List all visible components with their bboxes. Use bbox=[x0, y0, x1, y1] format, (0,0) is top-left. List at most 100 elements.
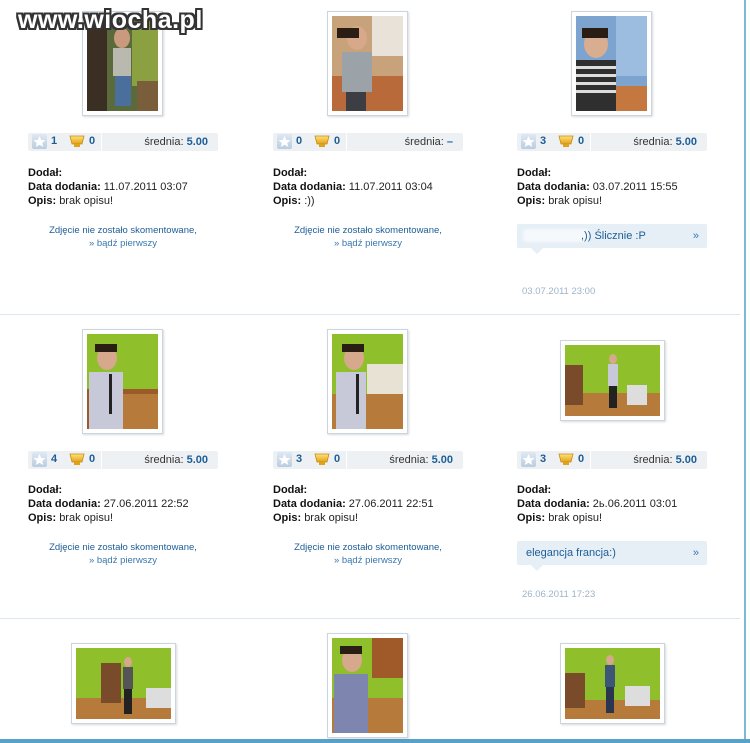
description: Opis: brak opisu! bbox=[28, 512, 113, 524]
last-comment[interactable]: ,)) Ślicznie :P » bbox=[517, 224, 707, 254]
trophy-icon[interactable] bbox=[313, 134, 331, 149]
date-added: Data dodania: 11.07.2011 03:04 bbox=[273, 181, 433, 193]
date-added: Data dodania: 27.06.2011 22:51 bbox=[273, 498, 434, 510]
photo-image bbox=[332, 638, 403, 733]
trophy-count: 0 bbox=[578, 135, 585, 147]
photo-image bbox=[576, 16, 647, 111]
star-icon[interactable] bbox=[521, 134, 536, 149]
added-by: Dodał: bbox=[28, 167, 63, 179]
star-count: 3 bbox=[540, 453, 547, 465]
date-added: Data dodania: 11.07.2011 03:07 bbox=[28, 181, 188, 193]
rating-bar: 4 0 średnia: 5.00 bbox=[28, 451, 218, 469]
description: Opis: brak opisu! bbox=[517, 195, 602, 207]
divider bbox=[101, 133, 102, 151]
be-first-link[interactable]: » bądź pierwszy bbox=[268, 237, 468, 250]
average-rating: średnia: 5.00 bbox=[389, 454, 453, 466]
date-added: Data dodania: 2ь.06.2011 03:01 bbox=[517, 498, 678, 510]
description: Opis: brak opisu! bbox=[273, 512, 358, 524]
row-separator bbox=[0, 314, 740, 315]
star-icon[interactable] bbox=[277, 452, 292, 467]
star-icon[interactable] bbox=[521, 452, 536, 467]
rating-bar: 3 0 średnia: 5.00 bbox=[517, 133, 707, 151]
divider bbox=[346, 451, 347, 469]
last-comment[interactable]: elegancja francja:) » bbox=[517, 541, 707, 571]
photo-meta: Dodał: Data dodania: 11.07.2011 03:07 Op… bbox=[28, 166, 188, 208]
star-count: 4 bbox=[51, 453, 58, 465]
photo-thumbnail[interactable] bbox=[327, 633, 408, 738]
photo-thumbnail[interactable] bbox=[82, 329, 163, 434]
date-added: Data dodania: 03.07.2011 15:55 bbox=[517, 181, 678, 193]
comment-text: ,)) Ślicznie :P bbox=[581, 230, 646, 242]
star-count: 3 bbox=[296, 453, 303, 465]
description: Opis: brak opisu! bbox=[28, 195, 113, 207]
photo-meta: Dodał: Data dodania: 2ь.06.2011 03:01 Op… bbox=[517, 483, 677, 525]
average-rating: średnia: 5.00 bbox=[144, 454, 208, 466]
be-first-link[interactable]: » bądź pierwszy bbox=[268, 554, 468, 567]
average-rating: średnia: 5.00 bbox=[633, 136, 697, 148]
photo-meta: Dodał: Data dodania: 27.06.2011 22:51 Op… bbox=[273, 483, 434, 525]
site-watermark: www.wiocha.pl bbox=[18, 6, 203, 34]
photo-image bbox=[76, 648, 171, 719]
trophy-icon[interactable] bbox=[557, 134, 575, 149]
trophy-count: 0 bbox=[578, 453, 585, 465]
right-border bbox=[744, 0, 746, 743]
added-by: Dodał: bbox=[517, 484, 552, 496]
divider bbox=[101, 451, 102, 469]
no-comment-notice: Zdjęcie nie zostało skomentowane, » bądź… bbox=[23, 224, 223, 250]
no-comment-notice: Zdjęcie nie zostało skomentowane, » bądź… bbox=[268, 224, 468, 250]
trophy-icon[interactable] bbox=[68, 134, 86, 149]
photo-meta: Dodał: Data dodania: 11.07.2011 03:04 Op… bbox=[273, 166, 433, 208]
photo-thumbnail[interactable] bbox=[327, 329, 408, 434]
divider bbox=[346, 133, 347, 151]
rating-bar: 1 0 średnia: 5.00 bbox=[28, 133, 218, 151]
chevron-right-icon[interactable]: » bbox=[693, 547, 699, 559]
comment-text: elegancja francja:) bbox=[526, 547, 616, 559]
blurred-username bbox=[523, 229, 589, 242]
row-separator bbox=[0, 618, 740, 619]
be-first-link[interactable]: » bądź pierwszy bbox=[23, 554, 223, 567]
photo-thumbnail[interactable] bbox=[560, 643, 665, 724]
added-by: Dodał: bbox=[28, 484, 63, 496]
trophy-icon[interactable] bbox=[313, 452, 331, 467]
no-comment-notice: Zdjęcie nie zostało skomentowane, » bądź… bbox=[23, 541, 223, 567]
photo-thumbnail[interactable] bbox=[560, 340, 665, 421]
comment-date: 26.06.2011 17:23 bbox=[522, 589, 596, 600]
photo-meta: Dodał: Data dodania: 03.07.2011 15:55 Op… bbox=[517, 166, 678, 208]
star-count: 3 bbox=[540, 135, 547, 147]
be-first-link[interactable]: » bądź pierwszy bbox=[23, 237, 223, 250]
star-icon[interactable] bbox=[277, 134, 292, 149]
star-icon[interactable] bbox=[32, 452, 47, 467]
trophy-count: 0 bbox=[334, 453, 341, 465]
description: Opis: :)) bbox=[273, 195, 315, 207]
date-added: Data dodania: 27.06.2011 22:52 bbox=[28, 498, 189, 510]
rating-bar: 3 0 średnia: 5.00 bbox=[517, 451, 707, 469]
added-by: Dodał: bbox=[273, 484, 308, 496]
added-by: Dodał: bbox=[273, 167, 308, 179]
photo-image bbox=[332, 334, 403, 429]
divider bbox=[590, 451, 591, 469]
rating-bar: 0 0 średnia: – bbox=[273, 133, 463, 151]
photo-thumbnail[interactable] bbox=[571, 11, 652, 116]
photo-image bbox=[87, 334, 158, 429]
photo-image bbox=[332, 16, 403, 111]
photo-meta: Dodał: Data dodania: 27.06.2011 22:52 Op… bbox=[28, 483, 189, 525]
comment-tail bbox=[531, 565, 543, 571]
average-rating: średnia: 5.00 bbox=[144, 136, 208, 148]
chevron-right-icon[interactable]: » bbox=[693, 230, 699, 242]
no-comment-notice: Zdjęcie nie zostało skomentowane, » bądź… bbox=[268, 541, 468, 567]
photo-thumbnail[interactable] bbox=[327, 11, 408, 116]
description: Opis: brak opisu! bbox=[517, 512, 602, 524]
average-rating: średnia: 5.00 bbox=[633, 454, 697, 466]
star-icon[interactable] bbox=[32, 134, 47, 149]
photo-thumbnail[interactable] bbox=[71, 643, 176, 724]
photo-image bbox=[565, 648, 660, 719]
added-by: Dodał: bbox=[517, 167, 552, 179]
photo-image bbox=[565, 345, 660, 416]
rating-bar: 3 0 średnia: 5.00 bbox=[273, 451, 463, 469]
trophy-icon[interactable] bbox=[557, 452, 575, 467]
average-rating: średnia: – bbox=[404, 136, 453, 148]
trophy-icon[interactable] bbox=[68, 452, 86, 467]
comment-date: 03.07.2011 23:00 bbox=[522, 286, 596, 297]
trophy-count: 0 bbox=[89, 135, 96, 147]
star-count: 1 bbox=[51, 135, 58, 147]
